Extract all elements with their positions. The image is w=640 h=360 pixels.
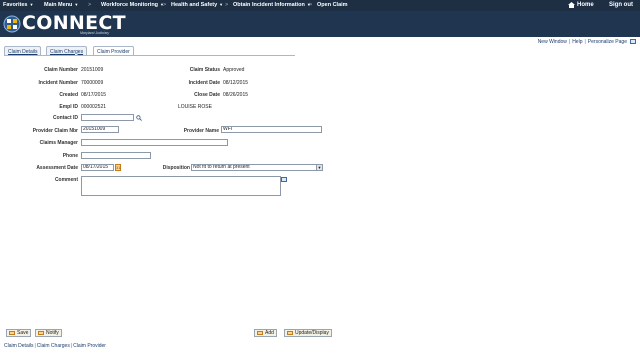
save-icon [9, 331, 15, 335]
close-date-label: Close Date [194, 92, 220, 98]
nav-open-claim-label: Open Claim [317, 2, 348, 8]
incident-number-value: 70000009 [81, 80, 104, 86]
search-icon[interactable] [136, 115, 142, 121]
provider-name-label: Provider Name [183, 128, 219, 134]
incident-date-label: Incident Date [188, 80, 220, 86]
close-date-value: 08/26/2015 [223, 92, 249, 98]
logo-subtitle: Maryland Judiciary [80, 31, 110, 35]
tab-claim-charges[interactable]: Claim Charges [46, 46, 88, 55]
nav-favorites-label: Favorites [3, 2, 28, 8]
contact-id-input[interactable] [81, 114, 134, 121]
link-separator: | [70, 343, 73, 349]
nav-open-claim[interactable]: Open Claim [317, 2, 348, 8]
empl-id-label: Empl ID [59, 104, 78, 110]
disposition-label: Disposition [162, 165, 190, 171]
claims-manager-label: Claims Manager [39, 140, 78, 146]
notify-button[interactable]: Notify [35, 329, 62, 337]
link-separator: | [568, 39, 571, 45]
contact-id-label: Contact ID [53, 115, 78, 121]
disposition-select[interactable]: Not fit to return at present ▼ [191, 164, 323, 171]
personalize-icon[interactable] [630, 39, 636, 45]
comment-textarea[interactable] [81, 176, 281, 196]
nav-obtain-incident-information[interactable]: Obtain Incident Information ▼ [233, 2, 311, 8]
footer-link-claim-provider[interactable]: Claim Provider [73, 343, 106, 349]
logo-text: CONNECT [22, 12, 126, 34]
nav-health-and-safety-label: Health and Safety [171, 2, 218, 8]
phone-label: Phone [62, 153, 78, 159]
page-links: New Window | Help | Personalize Page [538, 39, 636, 45]
footer-link-claim-charges[interactable]: Claim Charges [37, 343, 70, 349]
breadcrumb-separator: > [225, 2, 229, 8]
tab-claim-details[interactable]: Claim Details [4, 46, 42, 55]
footer-tab-links: Claim Details|Claim Charges|Claim Provid… [4, 343, 106, 349]
incident-date-value: 08/12/2015 [223, 80, 249, 86]
notify-button-label: Notify [46, 330, 59, 336]
provider-claim-nbr-input[interactable]: 20151009 [81, 126, 119, 133]
nav-main-menu-label: Main Menu [44, 2, 73, 8]
save-button[interactable]: Save [6, 329, 32, 337]
top-navigation-bar: Favorites ▼ Main Menu ▼ > Workforce Monito… [0, 0, 640, 11]
help-link[interactable]: Help [572, 39, 582, 45]
tab-underline [4, 55, 295, 56]
home-icon[interactable] [568, 2, 575, 8]
tab-claim-charges-label: Claim Charges [50, 48, 84, 55]
tab-claim-details-label: Claim Details [8, 48, 38, 55]
add-button-label: Add [265, 330, 274, 336]
employee-name: LOUISE ROSE [178, 104, 212, 110]
phone-input[interactable] [81, 152, 151, 159]
assessment-date-label: Assessment Date [36, 165, 78, 171]
notify-icon [38, 331, 44, 335]
incident-number-label: Incident Number [38, 80, 78, 86]
breadcrumb-separator: > [309, 2, 313, 8]
breadcrumb-separator: > [88, 2, 92, 8]
spell-check-icon[interactable] [281, 177, 287, 182]
update-display-icon [287, 331, 293, 335]
nav-obtain-incident-label: Obtain Incident Information [233, 2, 305, 8]
add-icon [257, 331, 263, 335]
link-separator: | [34, 343, 36, 349]
tab-claim-provider-label: Claim Provider [97, 48, 130, 55]
chevron-down-icon[interactable]: ▼ [316, 165, 322, 170]
save-button-label: Save [17, 330, 29, 336]
header-banner: CONNECT Maryland Judiciary [0, 11, 640, 37]
sign-out-link[interactable]: Sign out [609, 2, 633, 8]
comment-label: Comment [54, 177, 78, 183]
created-value: 08/17/2015 [81, 92, 107, 98]
update-display-button-label: Update/Display [295, 330, 329, 336]
add-button[interactable]: Add [254, 329, 277, 337]
link-separator: | [584, 39, 586, 45]
nav-favorites[interactable]: Favorites ▼ [3, 2, 33, 8]
personalize-page-link[interactable]: Personalize Page [588, 39, 627, 45]
provider-name-input[interactable]: WFI [221, 126, 322, 133]
chevron-down-icon: ▼ [29, 2, 34, 7]
footer-link-claim-details[interactable]: Claim Details [4, 343, 33, 349]
claims-manager-input[interactable] [81, 139, 228, 146]
claim-number-value: 20151009 [81, 67, 104, 73]
tab-claim-provider[interactable]: Claim Provider [93, 46, 134, 55]
new-window-link[interactable]: New Window [538, 39, 567, 45]
nav-health-and-safety[interactable]: Health and Safety ▼ [171, 2, 223, 8]
breadcrumb-separator: > [163, 2, 167, 8]
home-link[interactable]: Home [577, 2, 594, 8]
created-label: Created [59, 92, 78, 98]
chevron-down-icon: ▼ [74, 2, 79, 7]
claim-number-label: Claim Number [44, 67, 78, 73]
assessment-date-input[interactable]: 08/17/2015 [81, 164, 114, 171]
chevron-down-icon: ▼ [219, 2, 224, 7]
claim-status-value: Approved [223, 67, 245, 73]
disposition-selected-value: Not fit to return at present [193, 164, 250, 170]
nav-main-menu[interactable]: Main Menu ▼ [44, 2, 78, 8]
claim-status-label: Claim Status [189, 67, 220, 73]
connect-logo-icon [3, 15, 21, 33]
nav-workforce-monitoring[interactable]: Workforce Monitoring ▼ [101, 2, 164, 8]
update-display-button[interactable]: Update/Display [284, 329, 332, 337]
empl-id-value: 000002521 [81, 104, 107, 110]
nav-workforce-monitoring-label: Workforce Monitoring [101, 2, 159, 8]
calendar-icon[interactable]: 31 [115, 164, 121, 171]
provider-claim-nbr-label: Provider Claim Nbr [32, 128, 78, 134]
